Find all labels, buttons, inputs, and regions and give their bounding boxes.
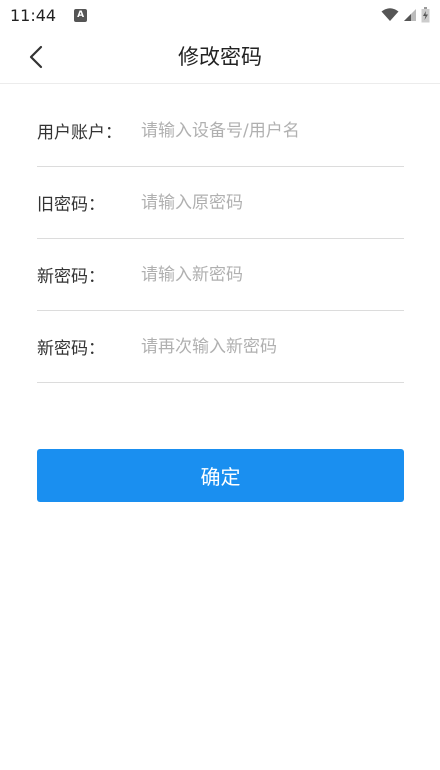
confirm-password-row: 新密码： — [37, 311, 404, 383]
confirm-button[interactable]: 确定 — [37, 449, 404, 502]
new-password-row: 新密码： — [37, 239, 404, 311]
confirm-password-label: 新密码： — [37, 339, 105, 359]
account-label: 用户账户： — [37, 123, 122, 143]
nav-bar: 修改密码 — [0, 30, 440, 84]
status-time: 11:44 — [10, 5, 57, 25]
battery-icon — [421, 7, 430, 23]
cell-signal-icon — [404, 9, 416, 21]
chevron-left-icon — [29, 45, 43, 69]
old-password-input[interactable] — [141, 182, 404, 223]
back-button[interactable] — [18, 40, 54, 74]
new-password-input[interactable] — [141, 254, 404, 295]
account-input[interactable] — [141, 110, 404, 151]
change-password-form: 用户账户： 旧密码： 新密码： 新密码： — [37, 95, 404, 383]
confirm-password-input[interactable] — [141, 326, 404, 367]
new-password-label: 新密码： — [37, 267, 105, 287]
old-password-row: 旧密码： — [37, 167, 404, 239]
account-row: 用户账户： — [37, 95, 404, 167]
page-title: 修改密码 — [178, 45, 262, 69]
notification-icon: A — [74, 8, 88, 22]
status-bar: 11:44 A — [0, 0, 440, 30]
old-password-label: 旧密码： — [37, 195, 105, 215]
wifi-icon — [381, 8, 399, 21]
status-icons — [381, 7, 430, 23]
